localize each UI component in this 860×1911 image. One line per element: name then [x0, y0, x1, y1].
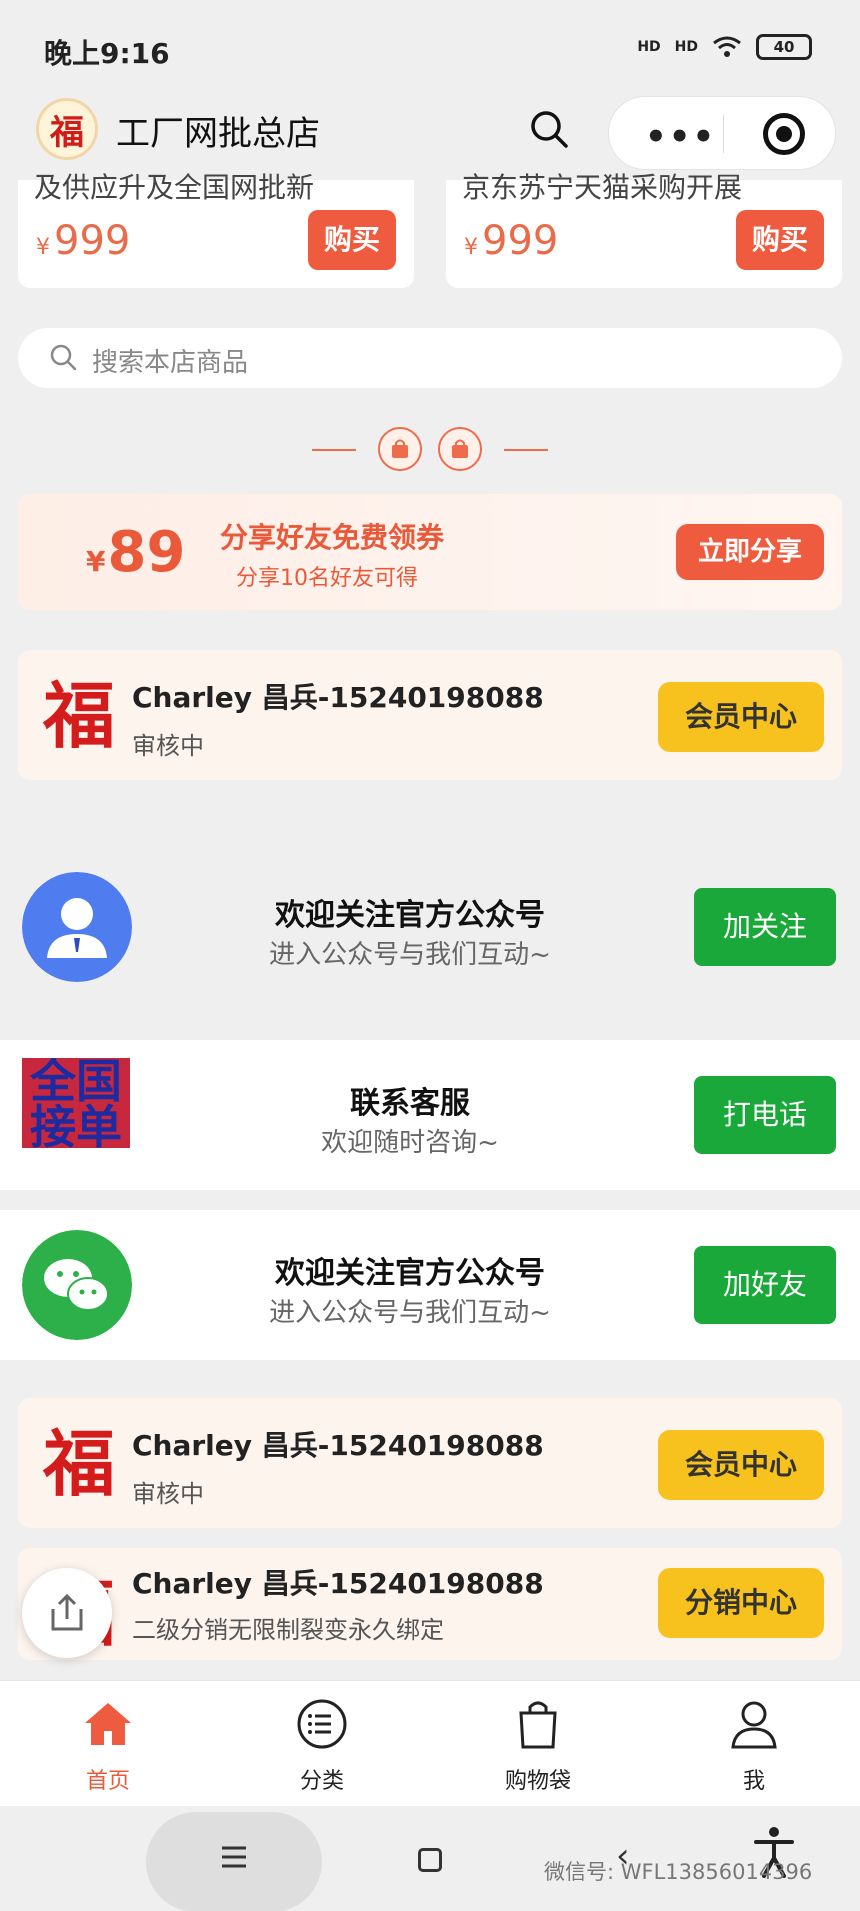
product-card[interactable]: 京东苏宁天猫采购开展 ¥999 购买 [446, 171, 842, 288]
tab-category[interactable]: 分类 [252, 1697, 392, 1795]
product-price: ¥999 [464, 218, 558, 264]
currency-symbol: ¥ [36, 235, 50, 260]
member-status: 审核中 [132, 732, 204, 760]
divider-line [312, 449, 356, 451]
page-title: 工厂网批总店 [116, 114, 320, 154]
coupon-value: 89 [107, 520, 186, 585]
share-floating-button[interactable] [22, 1568, 112, 1658]
buy-button[interactable]: 购买 [736, 210, 824, 270]
product-title: 及供应升及全国网批新 [34, 171, 315, 204]
currency-symbol: ¥ [86, 545, 106, 578]
user-icon [731, 1701, 777, 1749]
share-coupon-banner: ¥89 分享好友免费领券 分享10名好友可得 立即分享 [18, 494, 842, 610]
coupon-subtitle: 分享10名好友可得 [236, 566, 418, 591]
status-bar: 晚上9:16 HD HD 40 [0, 0, 860, 96]
member-status: 审核中 [132, 1480, 204, 1508]
customer-service-row: 全国接单 联系客服 欢迎随时咨询~ 打电话 [0, 1040, 860, 1190]
product-price: ¥999 [36, 218, 130, 264]
shopping-bag-icon [438, 427, 482, 471]
currency-symbol: ¥ [464, 235, 478, 260]
tab-label: 我 [742, 1769, 765, 1794]
member-name: Charley 昌兵-15240198088 [132, 681, 544, 714]
close-miniprogram-button[interactable] [763, 113, 805, 155]
tab-shopping-bag[interactable]: 购物袋 [468, 1697, 608, 1795]
bottom-tab-bar: 首页 分类 购物袋 我 [0, 1680, 860, 1806]
tab-label: 分类 [299, 1769, 344, 1794]
coupon-title: 分享好友免费领券 [220, 521, 445, 554]
tab-label: 首页 [85, 1769, 130, 1794]
member-card: 福 Charley 昌兵-15240198088 审核中 会员中心 [18, 650, 842, 780]
battery-indicator: 40 [756, 34, 812, 60]
wifi-icon [713, 36, 741, 57]
follow-wechat-row: 欢迎关注官方公众号 进入公众号与我们互动~ 加好友 [0, 1210, 860, 1360]
distribution-card: 福 Charley 昌兵-15240198088 二级分销无限制裂变永久绑定 分… [18, 1548, 842, 1660]
search-placeholder: 搜索本店商品 [92, 348, 249, 378]
member-logo: 福 [42, 1421, 115, 1506]
tab-home[interactable]: 首页 [38, 1697, 178, 1795]
price-value: 999 [54, 218, 131, 264]
member-name: Charley 昌兵-15240198088 [132, 1567, 544, 1600]
member-center-button[interactable]: 会员中心 [658, 1430, 824, 1500]
call-button[interactable]: 打电话 [694, 1076, 836, 1154]
divider-line [504, 449, 548, 451]
coupon-amount: ¥89 [86, 520, 185, 585]
signal-icon: HD [674, 39, 698, 55]
signal-icon: HD [637, 39, 661, 55]
more-menu-button[interactable]: ••• [645, 117, 716, 157]
list-icon [297, 1699, 347, 1749]
product-title: 京东苏宁天猫采购开展 [462, 171, 743, 204]
system-nav-bar: ‹ 微信号: WFL13856014396 [0, 1806, 860, 1911]
search-input[interactable]: 搜索本店商品 [18, 328, 842, 388]
store-logo: 福 [36, 98, 98, 160]
buy-button[interactable]: 购买 [308, 210, 396, 270]
follow-official-row: 欢迎关注官方公众号 进入公众号与我们互动~ 加关注 [0, 852, 860, 1002]
member-card: 福 Charley 昌兵-15240198088 审核中 会员中心 [18, 1398, 842, 1528]
tab-label: 购物袋 [504, 1769, 571, 1794]
share-now-button[interactable]: 立即分享 [676, 524, 824, 580]
shopping-bag-icon [378, 427, 422, 471]
member-status: 二级分销无限制裂变永久绑定 [132, 1616, 444, 1644]
watermark-text: 微信号: WFL13856014396 [544, 1860, 813, 1884]
bag-icon [519, 1701, 557, 1749]
nav-home-button[interactable] [418, 1848, 442, 1872]
menu-icon [222, 1846, 246, 1868]
follow-button[interactable]: 加关注 [694, 888, 836, 966]
search-icon [50, 344, 77, 371]
section-divider [0, 425, 860, 475]
member-logo: 福 [42, 673, 115, 758]
add-friend-button[interactable]: 加好友 [694, 1246, 836, 1324]
price-value: 999 [482, 218, 559, 264]
miniprogram-capsule: ••• [608, 96, 836, 170]
home-icon [85, 1703, 131, 1745]
member-name: Charley 昌兵-15240198088 [132, 1429, 544, 1462]
product-card[interactable]: 及供应升及全国网批新 ¥999 购买 [18, 171, 414, 288]
distribution-center-button[interactable]: 分销中心 [658, 1568, 824, 1638]
tab-me[interactable]: 我 [684, 1697, 824, 1795]
status-time: 晚上9:16 [44, 37, 170, 70]
member-center-button[interactable]: 会员中心 [658, 682, 824, 752]
capsule-divider [723, 115, 724, 153]
share-icon [51, 1593, 83, 1631]
status-icons: HD HD 40 [637, 34, 812, 60]
search-icon[interactable] [524, 104, 574, 154]
